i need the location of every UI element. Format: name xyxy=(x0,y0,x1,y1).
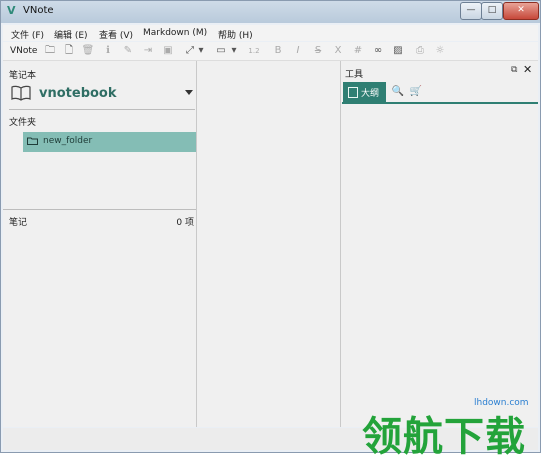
tools-panel: 工具 ⧉ ✕ 大纲 🔍 🛒 xyxy=(341,61,538,427)
new-note-icon[interactable]: 🗋 xyxy=(62,44,76,58)
menu-bar: 文件 (F) 编辑 (E) 查看 (V) Markdown (M) 帮助 (H) xyxy=(3,25,538,41)
image-icon[interactable]: ▨ xyxy=(391,44,405,58)
main-area: 笔记本 vnotebook 文件夹 new_folder 笔记 0 项 工具 ⧉… xyxy=(3,61,538,427)
tab-outline-label: 大纲 xyxy=(361,89,380,99)
menu-markdown[interactable]: Markdown (M) xyxy=(143,28,207,38)
watermark: lhdown.com 领航下载 xyxy=(362,392,537,460)
tab-search[interactable]: 🔍 xyxy=(390,82,406,102)
menu-view[interactable]: 查看 (V) xyxy=(99,28,133,41)
italic-icon[interactable]: I xyxy=(291,44,305,58)
search-icon: 🔍 xyxy=(391,86,405,97)
fullscreen-dropdown-icon[interactable]: ▾ xyxy=(197,44,205,58)
tab-cart[interactable]: 🛒 xyxy=(408,82,424,102)
export-icon[interactable]: ⇥ xyxy=(141,44,155,58)
inline-code-icon[interactable]: X xyxy=(331,44,345,58)
edit-icon[interactable]: ✎ xyxy=(121,44,135,58)
heading-icon[interactable]: 1.2 xyxy=(247,44,261,58)
table-icon[interactable]: # xyxy=(351,44,365,58)
folder-icon xyxy=(27,137,38,145)
new-folder-icon[interactable]: 🗀 xyxy=(43,44,57,58)
window-title: VNote xyxy=(23,5,54,16)
notebook-name: vnotebook xyxy=(39,86,117,101)
lightbulb-icon[interactable]: ☼ xyxy=(433,44,447,58)
outline-icon xyxy=(348,87,358,98)
notes-count: 0 项 xyxy=(176,218,194,228)
save-icon[interactable]: ▣ xyxy=(161,44,175,58)
display-dropdown-icon[interactable]: ▾ xyxy=(230,44,238,58)
folders-label: 文件夹 xyxy=(9,118,37,128)
menu-edit[interactable]: 编辑 (E) xyxy=(54,28,88,41)
menu-help[interactable]: 帮助 (H) xyxy=(218,28,253,41)
bold-icon[interactable]: B xyxy=(271,44,285,58)
info-icon[interactable]: ℹ xyxy=(101,44,115,58)
app-window: V VNote — □ ✕ 文件 (F) 编辑 (E) 查看 (V) Markd… xyxy=(0,0,541,453)
folder-name: new_folder xyxy=(43,136,93,146)
maximize-button[interactable]: □ xyxy=(481,2,503,20)
notes-label: 笔记 xyxy=(9,218,28,228)
delete-icon[interactable]: 🗑 xyxy=(81,44,95,58)
link-icon[interactable]: ∞ xyxy=(371,44,385,58)
minimize-button[interactable]: — xyxy=(460,2,482,20)
notebook-icon xyxy=(11,85,31,101)
menu-file[interactable]: 文件 (F) xyxy=(11,28,44,41)
tools-tabs: 大纲 🔍 🛒 xyxy=(342,82,538,104)
watermark-text: 领航下载 xyxy=(362,414,526,460)
app-logo: V xyxy=(7,4,16,17)
divider xyxy=(3,209,196,210)
divider xyxy=(9,109,195,110)
tools-header: 工具 ⧉ ✕ xyxy=(341,61,538,81)
float-icon[interactable]: ⧉ xyxy=(511,66,520,75)
notebook-selector[interactable]: vnotebook xyxy=(9,83,195,105)
notes-header: 笔记 0 项 xyxy=(9,215,194,228)
close-icon[interactable]: ✕ xyxy=(523,64,532,75)
chevron-down-icon xyxy=(185,90,193,95)
strikethrough-icon[interactable]: S xyxy=(311,44,325,58)
folder-item[interactable]: new_folder xyxy=(23,132,196,152)
cart-icon: 🛒 xyxy=(409,86,423,97)
editor-area[interactable] xyxy=(197,61,341,427)
navigation-panel: 笔记本 vnotebook 文件夹 new_folder 笔记 0 项 xyxy=(3,61,197,427)
tools-title: 工具 xyxy=(345,70,364,80)
close-button[interactable]: ✕ xyxy=(503,2,539,20)
attachment-icon[interactable]: ⎙ xyxy=(413,44,427,58)
tab-outline[interactable]: 大纲 xyxy=(343,82,386,102)
display-icon[interactable]: ▭ xyxy=(213,44,229,58)
toolbar-label: VNote xyxy=(10,46,38,56)
fullscreen-icon[interactable]: ⤢ xyxy=(183,44,197,58)
toolbar: VNote 🗀 🗋 🗑 ℹ ✎ ⇥ ▣ ⤢ ▾ ▭ ▾ 1.2 B I S X … xyxy=(3,42,538,61)
notebook-label: 笔记本 xyxy=(9,71,37,81)
title-bar[interactable]: V VNote — □ ✕ xyxy=(1,1,540,23)
